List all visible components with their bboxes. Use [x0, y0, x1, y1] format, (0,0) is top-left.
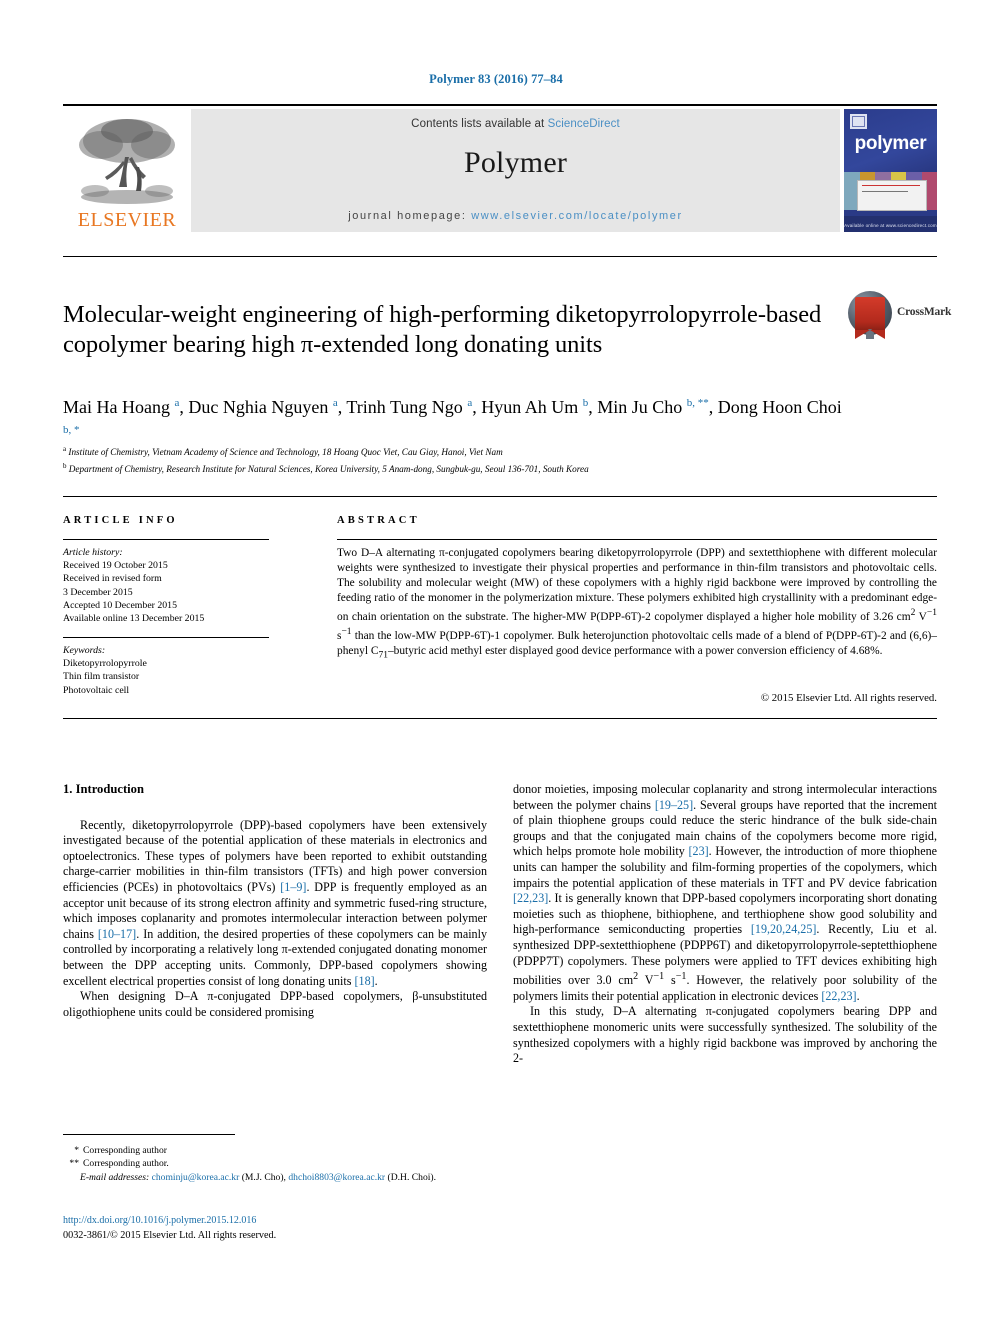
keywords-block: Keywords: Diketopyrrolopyrrole Thin film…: [63, 644, 273, 697]
author-list: Mai Ha Hoang a, Duc Nghia Nguyen a, Trin…: [63, 397, 842, 436]
homepage-prefix: journal homepage:: [348, 210, 472, 222]
affiliation-list: a Institute of Chemistry, Vietnam Academ…: [63, 443, 903, 476]
email-addresses-label: E-mail addresses:: [80, 1171, 150, 1183]
info-section-divider: [63, 496, 937, 497]
abstract-heading: ABSTRACT: [337, 515, 420, 526]
crossmark-icon: [848, 291, 892, 339]
doi-link[interactable]: http://dx.doi.org/10.1016/j.polymer.2015…: [63, 1215, 487, 1226]
cover-chart-inset: [857, 180, 927, 211]
footnote-text-1: Corresponding author: [83, 1145, 167, 1156]
affiliation-b-text: Department of Chemistry, Research Instit…: [68, 463, 589, 474]
abstract-copyright: © 2015 Elsevier Ltd. All rights reserved…: [760, 692, 937, 704]
cover-journal-name: polymer: [854, 133, 927, 154]
crossmark-label: CrossMark: [897, 306, 952, 318]
history-line: Accepted 10 December 2015: [63, 599, 177, 611]
footnote-emails: E-mail addresses: chominju@korea.ac.kr (…: [63, 1171, 487, 1184]
footnote-corresponding-1: * Corresponding author: [63, 1144, 487, 1157]
journal-homepage-link[interactable]: www.elsevier.com/locate/polymer: [471, 210, 683, 222]
journal-banner: Contents lists available at ScienceDirec…: [191, 109, 840, 232]
affiliation-a-text: Institute of Chemistry, Vietnam Academy …: [68, 447, 503, 458]
journal-cover-thumbnail: polymer Available online at www.scienced…: [844, 109, 937, 232]
crossmark-badge[interactable]: CrossMark: [848, 289, 951, 341]
contents-available-line: Contents lists available at ScienceDirec…: [191, 118, 840, 130]
keywords-rule: [63, 637, 269, 638]
email-link-cho[interactable]: chominju@korea.ac.kr: [152, 1172, 240, 1183]
footnote-star-single: *: [74, 1145, 79, 1156]
title-divider: [63, 256, 937, 257]
keyword-item: Diketopyrrolopyrrole: [63, 658, 147, 670]
footnote-corresponding-2: ** Corresponding author.: [63, 1157, 487, 1170]
body-paragraph: When designing D–A π-conjugated DPP-base…: [63, 989, 487, 1019]
email-owner-choi: (D.H. Choi).: [387, 1171, 437, 1183]
issn-copyright-line: 0032-3861/© 2015 Elsevier Ltd. All right…: [63, 1230, 277, 1241]
elsevier-tree-icon: [75, 115, 179, 209]
cover-publisher-badge-icon: [850, 114, 867, 129]
abstract-bottom-divider: [63, 718, 937, 719]
body-column-left: 1. Introduction Recently, diketopyrrolop…: [63, 782, 487, 1020]
abstract-text: Two D–A alternating π-conjugated copolym…: [337, 547, 937, 661]
history-line: Received 19 October 2015: [63, 560, 168, 572]
affiliation-mark-a: a: [63, 445, 67, 453]
article-info-heading: ARTICLE INFO: [63, 515, 178, 526]
article-history: Article history: Received 19 October 201…: [63, 546, 273, 625]
abstract-rule: [337, 539, 937, 540]
body-paragraph: donor moieties, imposing molecular copla…: [513, 782, 938, 1003]
footnote-text-2: Corresponding author.: [83, 1158, 169, 1170]
page-title: Molecular-weight engineering of high-per…: [63, 301, 822, 359]
running-head: Polymer 83 (2016) 77–84: [429, 72, 563, 86]
body-paragraph: Recently, diketopyrrolopyrrole (DPP)-bas…: [63, 817, 488, 988]
elsevier-logo: ELSEVIER: [63, 109, 191, 232]
journal-homepage-line: journal homepage: www.elsevier.com/locat…: [191, 210, 840, 222]
contents-prefix: Contents lists available at: [411, 118, 548, 130]
email-link-choi[interactable]: dhchoi8803@korea.ac.kr: [288, 1172, 385, 1183]
cover-footer-text: Available online at www.sciencedirect.co…: [844, 223, 937, 228]
history-line: Received in revised form: [63, 573, 162, 585]
email-owner-cho: (M.J. Cho),: [241, 1171, 286, 1183]
footnote-star-double: **: [69, 1158, 79, 1170]
article-info-rule: [63, 539, 269, 540]
body-paragraph: In this study, D–A alternating π-conjuga…: [513, 1004, 937, 1066]
section-heading-introduction: 1. Introduction: [63, 782, 144, 796]
article-history-label: Article history:: [63, 547, 123, 558]
sciencedirect-link[interactable]: ScienceDirect: [548, 118, 620, 130]
keyword-item: Photovoltaic cell: [63, 684, 130, 696]
affiliation-mark-b: b: [63, 461, 67, 470]
body-column-right: donor moieties, imposing molecular copla…: [513, 782, 937, 1067]
keywords-label: Keywords:: [63, 645, 106, 656]
journal-masthead: ELSEVIER Contents lists available at Sci…: [63, 104, 937, 233]
journal-title: Polymer: [463, 146, 568, 179]
affiliation-b: b Department of Chemistry, Research Inst…: [63, 460, 903, 477]
history-line: Available online 13 December 2015: [63, 613, 205, 625]
keyword-item: Thin film transistor: [63, 671, 140, 683]
article-page: Polymer 83 (2016) 77–84 ELSEVIER Content…: [0, 0, 992, 1323]
footnote-divider: [63, 1134, 235, 1135]
elsevier-wordmark: ELSEVIER: [77, 209, 177, 231]
affiliation-a: a Institute of Chemistry, Vietnam Academ…: [63, 443, 903, 460]
history-line: 3 December 2015: [63, 586, 133, 598]
footnote-block: * Corresponding author ** Corresponding au…: [63, 1144, 487, 1184]
